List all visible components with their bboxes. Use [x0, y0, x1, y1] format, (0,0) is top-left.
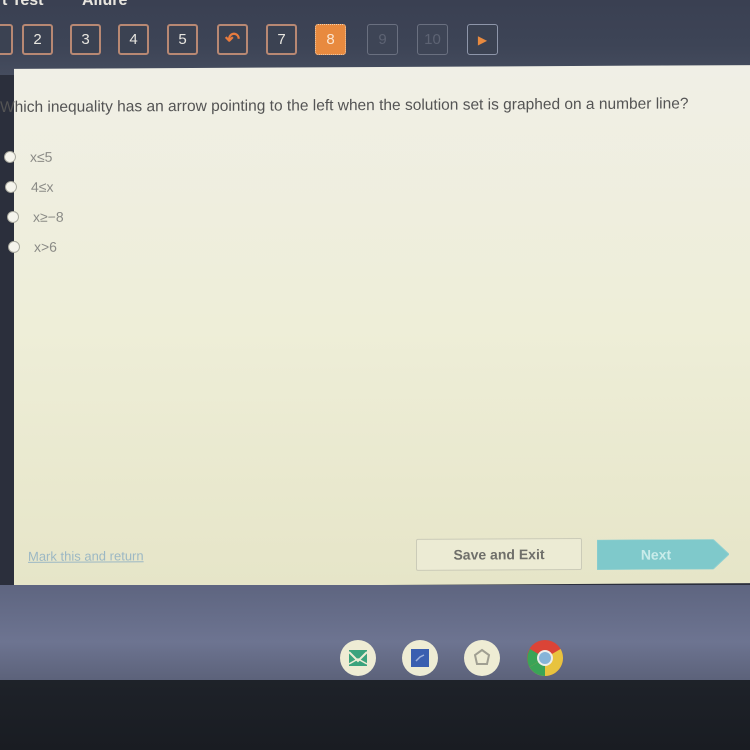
- option-label: x≥−8: [33, 208, 64, 225]
- settings-app-icon[interactable]: [464, 640, 500, 676]
- option-label: 4≤x: [31, 178, 54, 195]
- radio-button[interactable]: [4, 150, 16, 163]
- question-nav-3[interactable]: 3: [70, 24, 101, 55]
- next-button-label: Next: [640, 546, 672, 563]
- question-nav-9: 9: [367, 24, 398, 55]
- chrome-icon[interactable]: [527, 640, 563, 676]
- next-button[interactable]: Next: [597, 539, 729, 570]
- radio-button[interactable]: [7, 210, 19, 223]
- play-arrow-icon: ▶: [477, 32, 488, 47]
- question-nav-10: 10: [417, 24, 448, 55]
- question-nav-5[interactable]: 5: [167, 24, 198, 55]
- radio-button[interactable]: [5, 180, 17, 193]
- option-label: x≤5: [30, 148, 53, 165]
- question-nav-1[interactable]: [0, 24, 13, 55]
- answer-option-1[interactable]: x≤5: [4, 149, 52, 165]
- top-navigation-bar: t Test Ailure 2 3 4 5 ↶ 7 8 9 10 ▶: [0, 0, 750, 75]
- question-nav-7[interactable]: 7: [266, 24, 297, 55]
- files-app-icon[interactable]: [402, 640, 438, 676]
- mark-and-return-link[interactable]: Mark this and return: [28, 548, 144, 564]
- test-title: t Test: [2, 0, 44, 9]
- test-subtitle: Ailure: [82, 0, 128, 9]
- next-page-button[interactable]: ▶: [467, 24, 498, 55]
- radio-button[interactable]: [8, 240, 20, 253]
- desktop-background: [0, 585, 750, 680]
- question-nav-4[interactable]: 4: [118, 24, 149, 55]
- screen-bezel: [0, 680, 750, 750]
- answer-option-3[interactable]: x≥−8: [7, 209, 64, 225]
- answer-option-4[interactable]: x>6: [8, 239, 57, 255]
- question-nav-8-current[interactable]: 8: [315, 24, 346, 55]
- return-arrow-icon: ↶: [224, 29, 241, 49]
- answer-option-2[interactable]: 4≤x: [5, 179, 53, 195]
- question-nav-6-flagged[interactable]: ↶: [217, 24, 248, 55]
- option-label: x>6: [34, 238, 57, 255]
- save-and-exit-button[interactable]: Save and Exit: [416, 537, 582, 571]
- classroom-app-icon[interactable]: [340, 640, 376, 676]
- question-nav-2[interactable]: 2: [22, 24, 53, 55]
- question-panel: Which inequality has an arrow pointing t…: [0, 65, 750, 587]
- question-text: Which inequality has an arrow pointing t…: [0, 95, 689, 117]
